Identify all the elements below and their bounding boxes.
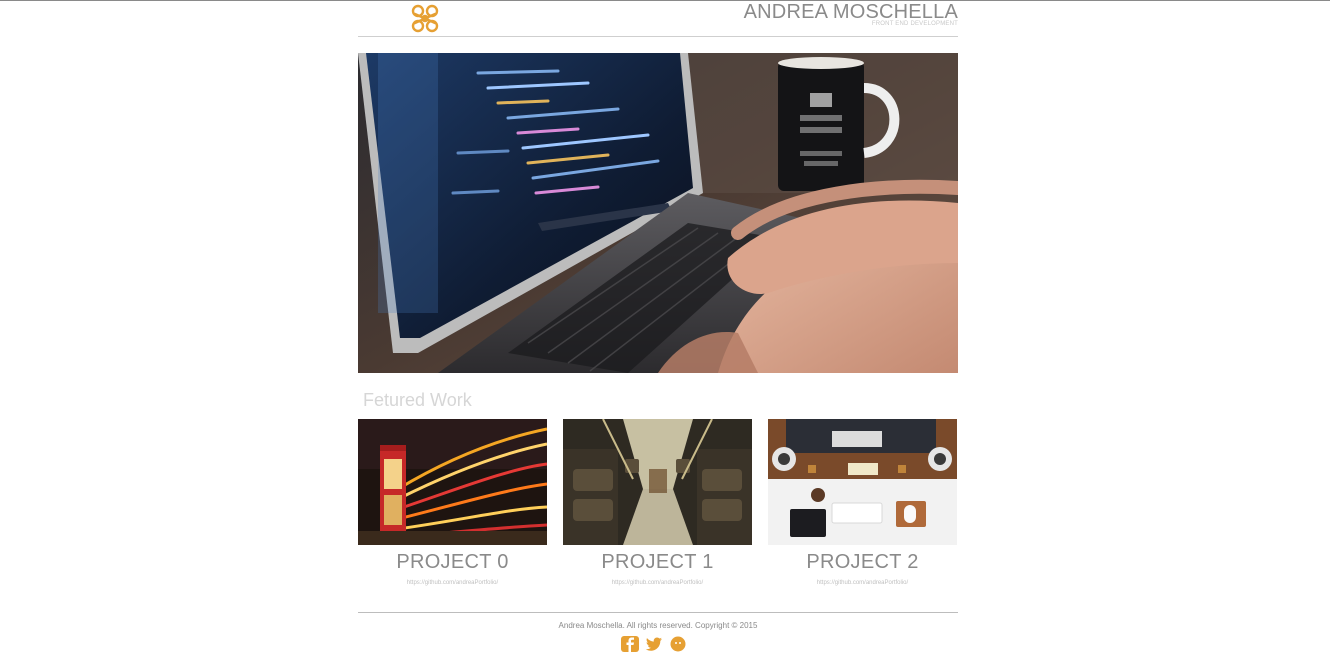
project-link[interactable]: https://github.com/andreaPortfolio/ <box>768 580 957 586</box>
project-link[interactable]: https://github.com/andreaPortfolio/ <box>358 580 547 586</box>
project-thumbnail[interactable] <box>768 419 957 545</box>
header-divider <box>358 36 958 37</box>
twitter-icon[interactable] <box>645 636 663 652</box>
project-thumbnail[interactable] <box>358 419 547 545</box>
project-link[interactable]: https://github.com/andreaPortfolio/ <box>563 580 752 586</box>
copyright-text: Andrea Moschella. All rights reserved. C… <box>558 621 758 630</box>
social-links <box>621 636 687 652</box>
project-thumbnail[interactable] <box>563 419 752 545</box>
project-card[interactable]: PROJECT 2 https://github.com/andreaPortf… <box>768 419 957 586</box>
project-card[interactable]: PROJECT 1 https://github.com/andreaPortf… <box>563 419 752 586</box>
site-subtitle: FRONT END DEVELOPMENT <box>871 21 958 27</box>
hero-image <box>358 53 958 373</box>
facebook-icon[interactable] <box>621 636 639 652</box>
footer-divider <box>358 612 958 613</box>
project-card[interactable]: PROJECT 0 https://github.com/andreaPortf… <box>358 419 547 586</box>
project-title[interactable]: PROJECT 0 <box>358 551 547 574</box>
github-icon[interactable] <box>669 636 687 652</box>
project-title[interactable]: PROJECT 1 <box>563 551 752 574</box>
featured-work-heading: Fetured Work <box>363 390 472 410</box>
knot-logo-icon[interactable] <box>407 2 443 35</box>
project-title[interactable]: PROJECT 2 <box>768 551 957 574</box>
page-container: ANDREA MOSCHELLA FRONT END DEVELOPMENT F… <box>358 0 958 652</box>
